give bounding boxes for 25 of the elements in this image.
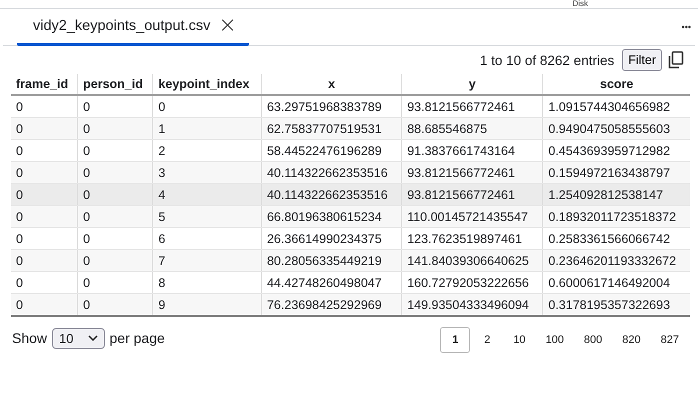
show-label: Show bbox=[12, 330, 48, 346]
close-button[interactable]: × bbox=[218, 15, 237, 37]
table-cell: 149.93504333496094 bbox=[402, 294, 543, 316]
page-button[interactable]: 1 bbox=[440, 327, 470, 353]
page-button[interactable]: 100 bbox=[536, 327, 573, 353]
filter-button[interactable]: Filter bbox=[622, 49, 662, 71]
copy-icon[interactable] bbox=[668, 51, 684, 69]
page-button[interactable]: 820 bbox=[613, 327, 650, 353]
page-button[interactable]: 827 bbox=[652, 327, 688, 353]
chevron-icon bbox=[88, 335, 98, 341]
page-size-select[interactable]: 10 bbox=[52, 328, 104, 348]
table-cell: 76.23698425292969 bbox=[261, 294, 402, 316]
table-cell: 9 bbox=[152, 294, 262, 316]
table-cell: 0.3178195357322693 bbox=[542, 294, 690, 316]
entries-count: 1 to 10 of 8262 entries bbox=[480, 52, 614, 68]
table-cell: 0 bbox=[78, 294, 153, 316]
more-button[interactable]: ••• bbox=[678, 9, 695, 45]
file-tab[interactable]: vidy2_keypoints_output.csv × bbox=[17, 9, 249, 46]
page-button[interactable]: 2 bbox=[472, 327, 502, 353]
table-cell: 0 bbox=[11, 294, 78, 316]
page-button[interactable]: 10 bbox=[504, 327, 535, 353]
disk-label: Disk bbox=[572, 0, 588, 8]
per-page-label: per page bbox=[110, 330, 165, 346]
page-button[interactable]: 800 bbox=[574, 327, 612, 353]
tab-label: vidy2_keypoints_output.csv bbox=[33, 18, 210, 34]
